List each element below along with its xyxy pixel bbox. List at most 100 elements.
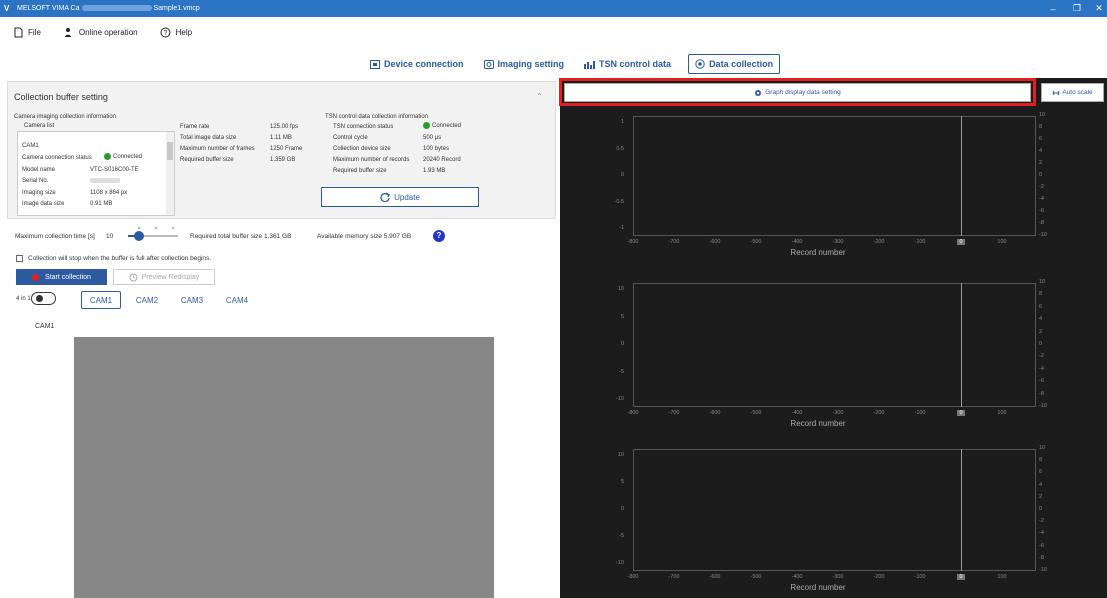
x-tick-label: -800: [627, 410, 639, 416]
cam-tab-3[interactable]: CAM3: [172, 291, 212, 309]
camera-list-label: Camera list: [24, 123, 55, 129]
collection-device-size-value: 100 bytes: [423, 146, 450, 152]
tab-device-connection[interactable]: Device connection: [367, 54, 467, 74]
y-tick-label-right: 8: [1039, 291, 1043, 298]
record-cursor-line[interactable]: [961, 283, 962, 407]
update-button[interactable]: Update: [321, 187, 479, 207]
window-title: MELSOFT VIMA Ca Sample1.vmcp: [17, 5, 200, 12]
tsn-info-heading: TSN control data collection information: [325, 114, 429, 120]
x-tick-label: -600: [709, 574, 721, 580]
chevron-up-icon[interactable]: ⌃: [536, 92, 543, 101]
y-tick-label-right: -10: [1039, 232, 1047, 238]
graph-3[interactable]: 10 5 0 -5 -10 10 8 6 4 2 0 -2 -4 -6 -8 -10 -800 -700 -600 -…: [600, 445, 1047, 598]
record-cursor-line[interactable]: [961, 449, 962, 571]
collection-device-size-label: Collection device size: [333, 146, 391, 152]
toggle-knob: [36, 295, 43, 302]
menu-file[interactable]: File: [14, 27, 41, 38]
collection-buffer-setting: Collection buffer setting ⌃ Camera imagi…: [7, 81, 556, 219]
max-records-value: 20240 Record: [423, 157, 461, 163]
y-tick-label-left: 5: [620, 479, 624, 485]
y-tick-label-right: -4: [1039, 196, 1044, 202]
close-icon[interactable]: ✕: [1086, 0, 1107, 17]
graph-plot-area[interactable]: [633, 283, 1036, 407]
graph-1[interactable]: 1 0.5 0 -0.5 -1 10 8 6 4 2 0 -2 -4 -6 -8 -10 -800 -700 -60…: [600, 112, 1047, 268]
record-cursor-line[interactable]: [961, 116, 962, 236]
x-tick-label: -800: [627, 574, 639, 580]
x-axis-label: Record number: [790, 583, 846, 592]
menu-help[interactable]: ? Help: [160, 27, 192, 38]
x-tick-label: 100: [997, 410, 1007, 416]
y-tick-label-left: -0.5: [614, 198, 624, 205]
camera-list-scroll-thumb[interactable]: [167, 142, 173, 160]
y-tick-label-right: -8: [1039, 220, 1044, 226]
x-axis-label: Record number: [790, 419, 846, 428]
auto-scale-button[interactable]: Auto scale: [1041, 83, 1104, 102]
menu-file-label: File: [28, 27, 41, 37]
menu-bar: File Online operation ? Help: [0, 17, 1107, 47]
cam-tab-4[interactable]: CAM4: [217, 291, 257, 309]
blurred-serial: [90, 178, 120, 183]
collection-time-slider-rest[interactable]: [142, 235, 178, 237]
camera-image-view[interactable]: [74, 337, 494, 598]
graph-plot-area[interactable]: [633, 116, 1036, 236]
x-tick-label-cursor: 0: [957, 410, 965, 416]
x-tick-label: -200: [873, 239, 885, 245]
y-tick-label-right: 2: [1039, 493, 1043, 500]
total-image-size-value: 1.11 MB: [270, 135, 292, 141]
x-tick-label: -200: [873, 574, 885, 580]
y-tick-label-right: 4: [1039, 148, 1043, 154]
stop-when-full-checkbox[interactable]: [16, 255, 23, 262]
max-frames-value: 1250 Frame: [270, 146, 303, 152]
tab-tsn-control-data[interactable]: TSN control data: [581, 54, 674, 74]
start-collection-button[interactable]: Start collection: [16, 269, 107, 285]
svg-text:?: ?: [163, 30, 167, 37]
x-tick-label: -800: [627, 239, 639, 245]
graph-2[interactable]: 10 5 0 -5 -10 10 8 6 4 2 0 -2 -4 -6 -8 -10 -800 -700 -600 -…: [600, 279, 1047, 434]
tab-data-collection[interactable]: Data collection: [688, 54, 781, 74]
x-tick-label: -200: [873, 410, 885, 416]
y-tick-label-right: 4: [1039, 481, 1043, 488]
cam-tab-1[interactable]: CAM1: [81, 291, 121, 309]
frame-rate-label: Frame rate: [180, 124, 210, 130]
menu-online-operation[interactable]: Online operation: [63, 27, 138, 38]
cam-tab-2[interactable]: CAM2: [127, 291, 167, 309]
x-tick-label: -700: [668, 410, 680, 416]
update-label: Update: [394, 192, 420, 202]
camera-view-label: CAM1: [35, 323, 55, 330]
minimize-icon[interactable]: –: [1040, 0, 1066, 17]
preview-redisplay-button[interactable]: Preview Redisplay: [113, 269, 215, 285]
app-logo-icon: V: [4, 3, 10, 13]
camera-list-scrollbar[interactable]: [166, 132, 174, 215]
y-tick-label-left: -10: [616, 560, 624, 566]
x-tick-label: -300: [832, 410, 844, 416]
y-tick-label-right: -2: [1039, 184, 1044, 190]
tab-imaging-setting[interactable]: Imaging setting: [481, 54, 568, 74]
slider-tick: [155, 227, 157, 229]
tab-collection-label: Data collection: [709, 59, 774, 69]
required-buffer-tsn-value: 1.93 MB: [423, 168, 446, 174]
auto-scale-icon: [1052, 90, 1060, 95]
y-tick-label-right: -4: [1039, 365, 1044, 372]
collection-time-slider-thumb[interactable]: [134, 231, 144, 241]
y-tick-label-left: 0: [620, 172, 624, 178]
refresh-icon: [380, 192, 390, 202]
y-tick-label-right: 6: [1039, 303, 1043, 310]
y-tick-label-right: 0: [1039, 506, 1043, 512]
y-tick-label-right: 2: [1039, 160, 1043, 166]
x-tick-label: -300: [832, 239, 844, 245]
history-icon: [129, 273, 138, 281]
four-in-one-toggle[interactable]: [31, 292, 56, 305]
y-tick-label-right: -8: [1039, 554, 1044, 561]
x-tick-label: -100: [914, 410, 926, 416]
graph-plot-area[interactable]: [633, 449, 1036, 571]
online-operation-icon: [64, 27, 71, 37]
camera-info-heading: Camera imaging collection information: [14, 114, 117, 120]
camera-status-label: Camera connection status: [22, 155, 92, 161]
tab-imaging-label: Imaging setting: [497, 59, 565, 69]
model-name-label: Model name: [22, 167, 56, 173]
x-tick-label: -500: [750, 574, 762, 580]
tsn-data-icon: [584, 60, 596, 69]
max-collection-time-value: 10: [106, 233, 114, 240]
help-icon[interactable]: ?: [433, 230, 445, 242]
required-buffer-cam-label: Required buffer size: [180, 157, 234, 163]
